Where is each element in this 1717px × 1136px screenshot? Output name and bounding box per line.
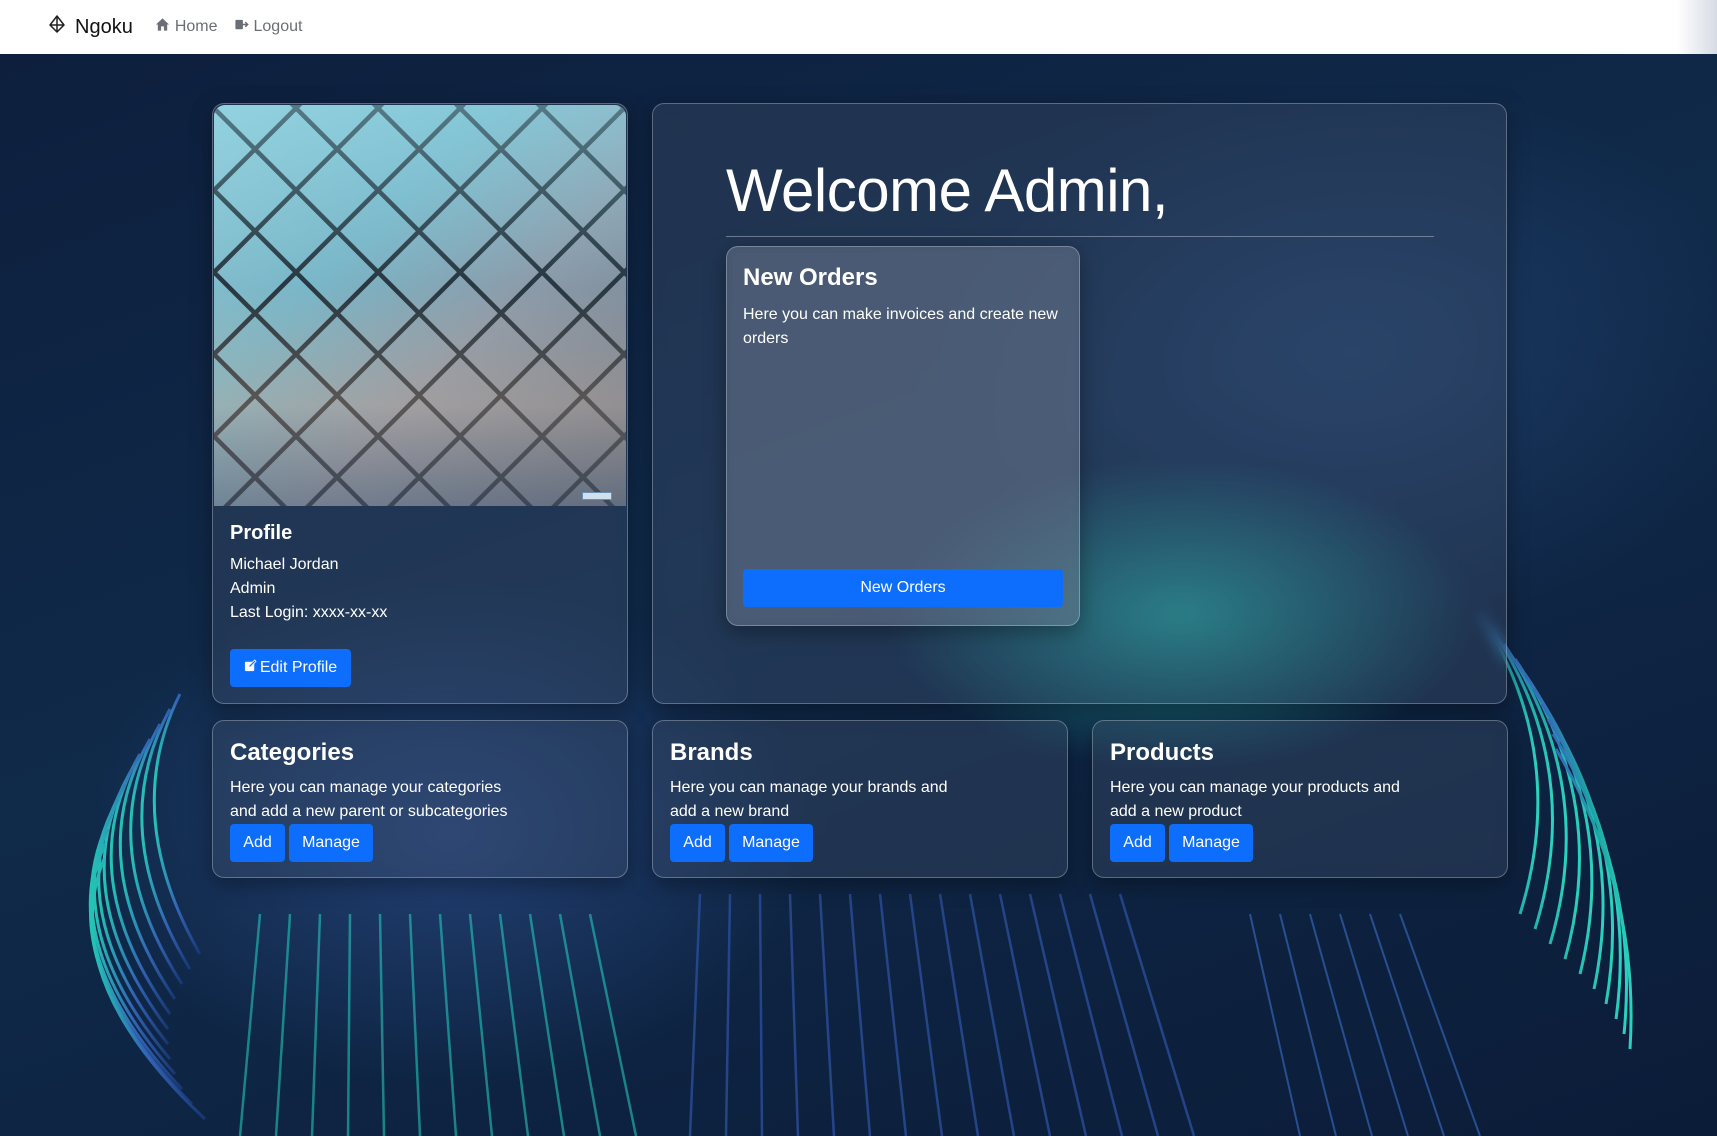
edit-profile-label: Edit Profile	[259, 659, 338, 676]
edit-profile-button[interactable]: Edit Profile	[230, 649, 351, 687]
pencil-square-icon	[244, 659, 257, 677]
profile-cover-image	[214, 105, 626, 506]
products-add-button[interactable]: Add	[1110, 824, 1165, 862]
categories-manage-button[interactable]: Manage	[289, 824, 373, 862]
profile-role: Admin	[230, 580, 276, 597]
welcome-heading: Welcome Admin,	[726, 157, 1169, 224]
profile-title: Profile	[230, 522, 293, 544]
welcome-card: Welcome Admin, New Orders Here you can m…	[652, 103, 1507, 704]
nav-logout-link[interactable]: Logout	[234, 17, 303, 37]
top-navbar: Ngoku Home Logout	[0, 0, 1717, 54]
house-icon	[155, 17, 170, 37]
products-description: Here you can manage your products and ad…	[1110, 779, 1400, 820]
nav-logout-label: Logout	[253, 18, 303, 35]
nav-home-link[interactable]: Home	[155, 17, 218, 37]
logout-icon	[234, 17, 249, 37]
divider	[726, 236, 1434, 237]
categories-title: Categories	[230, 739, 355, 766]
diamond-icon	[47, 14, 67, 40]
brands-description: Here you can manage your brands and add …	[670, 779, 948, 820]
categories-add-button[interactable]: Add	[230, 824, 285, 862]
new-orders-description: Here you can make invoices and create ne…	[743, 306, 1058, 347]
brand-name: Ngoku	[75, 15, 133, 38]
profile-name: Michael Jordan	[230, 556, 339, 573]
brands-manage-button[interactable]: Manage	[729, 824, 813, 862]
image-badge	[582, 492, 612, 500]
brands-add-button[interactable]: Add	[670, 824, 725, 862]
categories-card: Categories Here you can manage your cate…	[212, 720, 628, 878]
products-title: Products	[1110, 739, 1215, 766]
products-card: Products Here you can manage your produc…	[1092, 720, 1508, 878]
brand-link[interactable]: Ngoku	[47, 14, 133, 40]
new-orders-button[interactable]: New Orders	[743, 569, 1063, 607]
brands-card: Brands Here you can manage your brands a…	[652, 720, 1068, 878]
profile-last-login: Last Login: xxxx-xx-xx	[230, 604, 388, 621]
nav-home-label: Home	[174, 18, 218, 35]
profile-card: Profile Michael Jordan Admin Last Login:…	[212, 103, 628, 704]
new-orders-title: New Orders	[743, 264, 878, 291]
brands-title: Brands	[670, 739, 753, 766]
products-manage-button[interactable]: Manage	[1169, 824, 1253, 862]
new-orders-card: New Orders Here you can make invoices an…	[726, 246, 1080, 626]
categories-description: Here you can manage your categories and …	[230, 779, 508, 820]
